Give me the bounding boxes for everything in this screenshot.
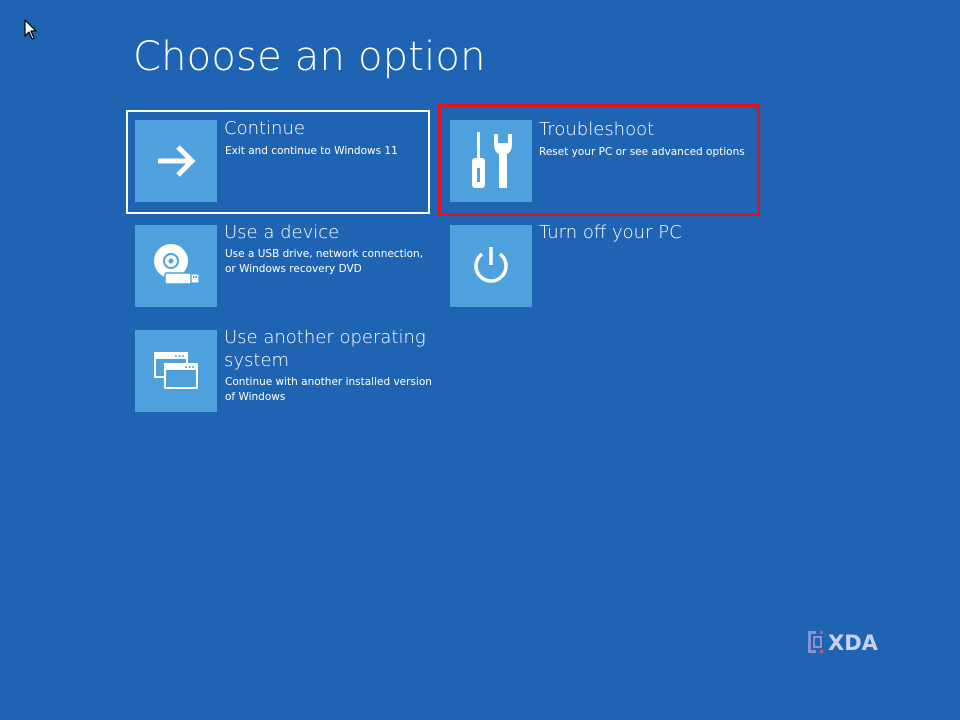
turn-off-option[interactable]: Turn off your PC bbox=[441, 216, 745, 320]
use-device-label: Use a device bbox=[224, 222, 340, 243]
arrow-right-icon bbox=[158, 145, 196, 177]
another-os-label-line1: Use another operating bbox=[224, 327, 426, 348]
another-os-icon-box bbox=[135, 330, 217, 412]
another-os-description-line1: Continue with another installed version bbox=[225, 376, 432, 388]
continue-icon-box bbox=[135, 120, 217, 202]
page-title: Choose an option bbox=[133, 34, 486, 80]
troubleshoot-description: Reset your PC or see advanced options bbox=[539, 146, 745, 158]
windows-stack-icon bbox=[154, 352, 198, 389]
another-os-description-line2: of Windows bbox=[225, 391, 286, 403]
continue-description: Exit and continue to Windows 11 bbox=[225, 145, 398, 157]
xda-logo-icon: XDA bbox=[808, 631, 879, 655]
troubleshoot-label: Troubleshoot bbox=[539, 119, 655, 140]
use-device-option[interactable]: Use a device Use a USB drive, network co… bbox=[126, 216, 430, 320]
continue-option[interactable]: Continue Exit and continue to Windows 11 bbox=[126, 110, 430, 214]
another-os-label-line2: system bbox=[224, 350, 290, 371]
turn-off-label: Turn off your PC bbox=[539, 222, 682, 243]
tools-icon bbox=[472, 132, 512, 188]
use-device-description-line2: or Windows recovery DVD bbox=[225, 263, 362, 275]
power-icon bbox=[474, 247, 508, 283]
use-device-icon-box bbox=[135, 225, 217, 307]
disc-usb-icon bbox=[154, 244, 200, 285]
troubleshoot-option[interactable]: Troubleshoot Reset your PC or see advanc… bbox=[438, 104, 760, 216]
turn-off-icon-box bbox=[450, 225, 532, 307]
use-device-description-line1: Use a USB drive, network connection, bbox=[225, 248, 424, 260]
another-os-option[interactable]: Use another operating system Continue wi… bbox=[126, 321, 432, 425]
continue-label: Continue bbox=[224, 118, 305, 139]
mouse-cursor-icon bbox=[24, 19, 37, 40]
xda-watermark-text: XDA bbox=[828, 631, 879, 655]
troubleshoot-icon-box bbox=[450, 120, 532, 202]
